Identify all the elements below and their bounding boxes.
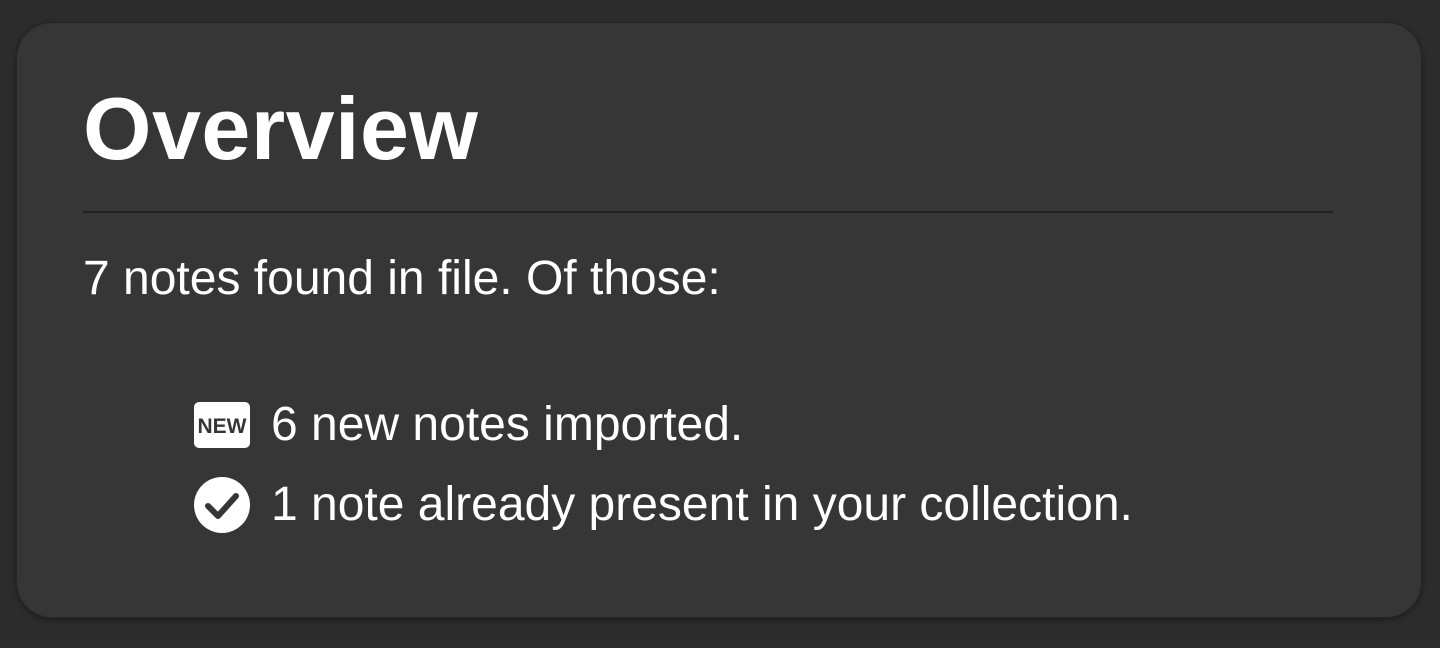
check-circle-icon	[193, 476, 251, 534]
import-results-list: NEW 6 new notes imported. 1 note already…	[193, 385, 1133, 545]
list-item-new-notes: NEW 6 new notes imported.	[193, 385, 1133, 465]
title-divider	[83, 211, 1333, 213]
import-summary: 7 notes found in file. Of those:	[83, 252, 721, 305]
overview-title: Overview	[83, 79, 479, 178]
list-item-existing-notes: 1 note already present in your collectio…	[193, 465, 1133, 545]
overview-card: Overview 7 notes found in file. Of those…	[16, 22, 1422, 618]
new-badge-icon: NEW	[193, 396, 251, 454]
svg-text:NEW: NEW	[198, 415, 247, 438]
existing-notes-label: 1 note already present in your collectio…	[271, 478, 1133, 531]
new-notes-label: 6 new notes imported.	[271, 398, 744, 451]
